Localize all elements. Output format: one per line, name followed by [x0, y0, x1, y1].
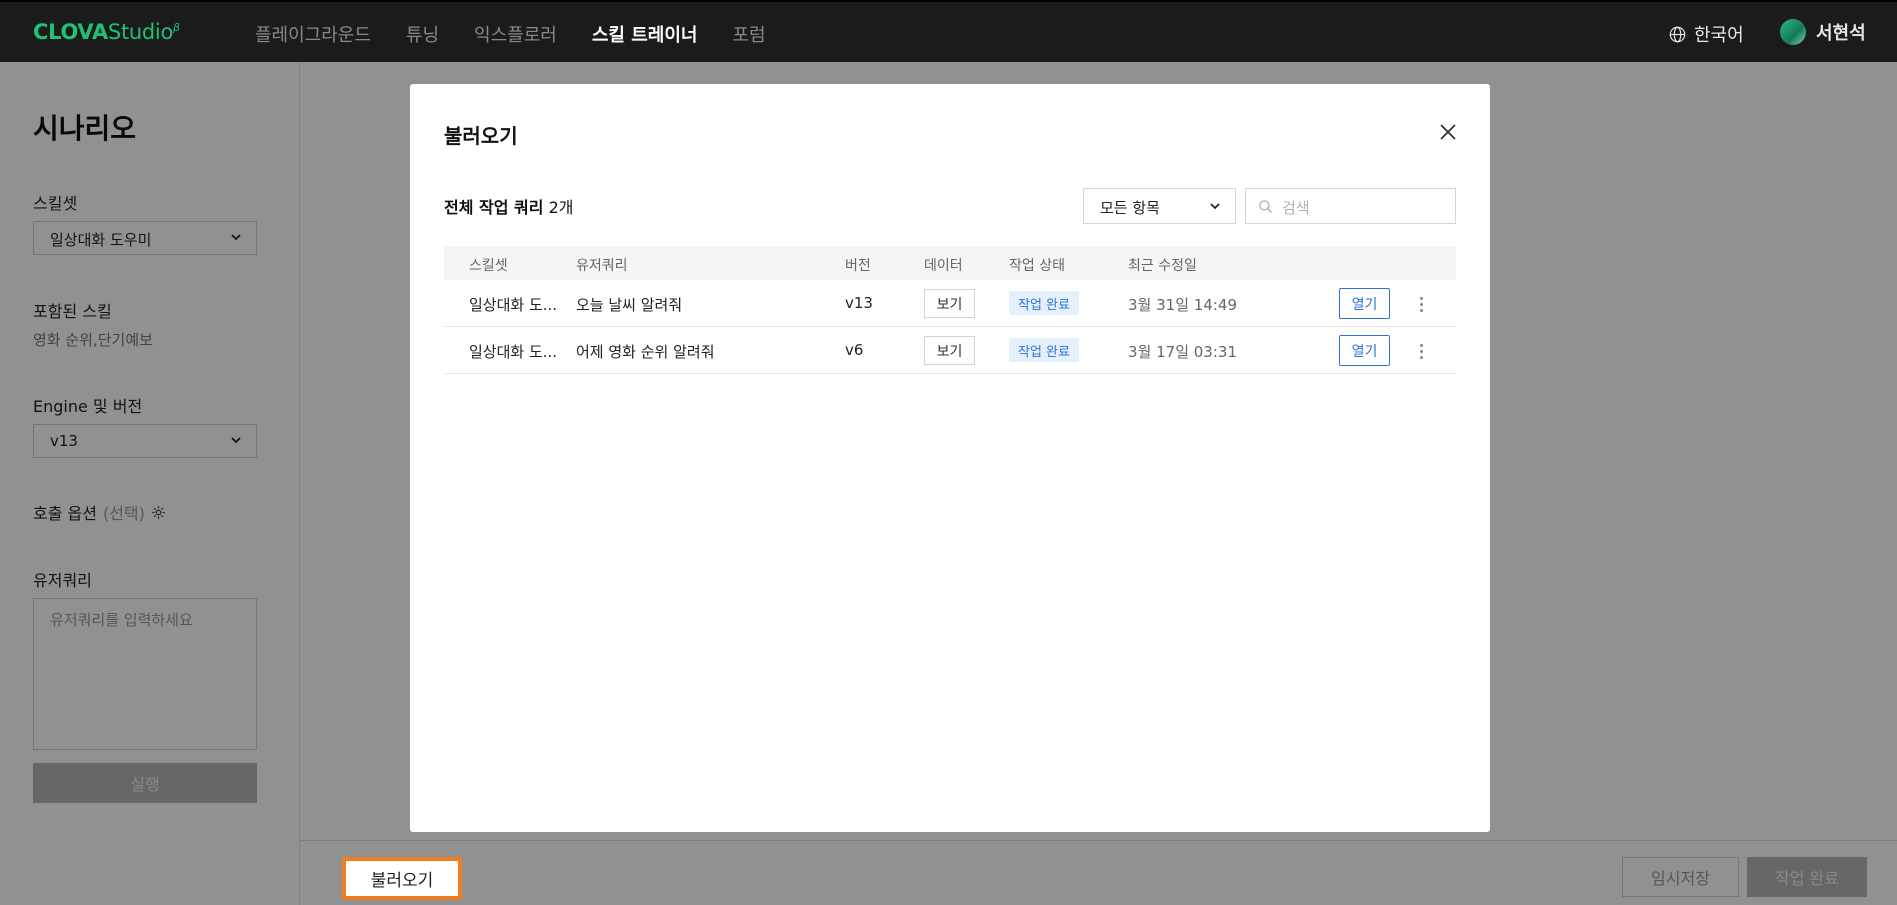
search-icon — [1259, 200, 1272, 213]
user-name: 서현석 — [1816, 23, 1866, 44]
col-status: 작업 상태 — [1009, 258, 1065, 274]
row-query: 오늘 날씨 알려줘 — [576, 296, 683, 314]
load-dialog: 불러오기 전체 작업 쿼리 2개 모든 항목 검색 스킬셋 유저쿼리 버전 데이… — [410, 84, 1490, 832]
search-placeholder: 검색 — [1282, 199, 1310, 217]
nav-forum[interactable]: 포럼 — [733, 21, 766, 47]
nav-skill-trainer[interactable]: 스킬 트레이너 — [592, 21, 698, 47]
language-label: 한국어 — [1694, 25, 1744, 46]
row-modified: 3월 17일 03:31 — [1128, 343, 1237, 361]
row-version: v6 — [845, 341, 864, 359]
close-icon[interactable] — [1437, 121, 1459, 143]
chevron-down-icon — [1210, 203, 1220, 210]
row-modified: 3월 31일 14:49 — [1128, 296, 1237, 314]
row-skillset: 일상대화 도... — [469, 343, 558, 361]
more-options-icon[interactable] — [1411, 294, 1431, 314]
table-row[interactable]: 일상대화 도... 오늘 날씨 알려줘 v13 보기 작업 완료 3월 31일 … — [444, 280, 1456, 327]
user-menu[interactable]: 서현석 — [1780, 19, 1866, 45]
logo-brand: CLOVA — [33, 20, 108, 44]
open-button[interactable]: 열기 — [1339, 335, 1390, 366]
status-badge: 작업 완료 — [1009, 338, 1079, 362]
main-nav: 플레이그라운드 튜닝 익스플로러 스킬 트레이너 포럼 — [255, 21, 801, 47]
query-count-prefix: 전체 작업 쿼리 — [444, 198, 544, 217]
dialog-title: 불러오기 — [444, 124, 518, 148]
nav-playground[interactable]: 플레이그라운드 — [255, 21, 371, 47]
load-button[interactable]: 불러오기 — [342, 857, 462, 900]
table-row[interactable]: 일상대화 도... 어제 영화 순위 알려줘 v6 보기 작업 완료 3월 17… — [444, 327, 1456, 374]
view-data-button[interactable]: 보기 — [924, 336, 975, 365]
col-skillset: 스킬셋 — [469, 258, 508, 274]
query-count: 전체 작업 쿼리 2개 — [444, 194, 573, 218]
open-button[interactable]: 열기 — [1339, 288, 1390, 319]
status-badge: 작업 완료 — [1009, 291, 1079, 315]
language-selector[interactable]: 한국어 — [1669, 21, 1744, 47]
col-modified: 최근 수정일 — [1128, 258, 1197, 274]
nav-explorer[interactable]: 익스플로러 — [474, 21, 557, 47]
row-version: v13 — [845, 294, 873, 312]
nav-tuning[interactable]: 튜닝 — [406, 21, 439, 47]
col-data: 데이터 — [924, 258, 963, 274]
col-user-query: 유저쿼리 — [576, 258, 628, 274]
clova-studio-logo[interactable]: CLOVAStudioβ — [33, 20, 180, 44]
logo-beta-mark: β — [173, 21, 180, 34]
table-header: 스킬셋 유저쿼리 버전 데이터 작업 상태 최근 수정일 — [444, 246, 1456, 280]
more-options-icon[interactable] — [1411, 341, 1431, 361]
col-version: 버전 — [845, 258, 871, 274]
row-query: 어제 영화 순위 알려줘 — [576, 343, 715, 361]
top-navbar: CLOVAStudioβ 플레이그라운드 튜닝 익스플로러 스킬 트레이너 포럼… — [0, 0, 1897, 62]
globe-icon — [1669, 26, 1686, 42]
view-data-button[interactable]: 보기 — [924, 289, 975, 318]
search-input[interactable]: 검색 — [1245, 188, 1456, 224]
query-count-value: 2개 — [548, 198, 574, 217]
row-skillset: 일상대화 도... — [469, 296, 558, 314]
filter-value: 모든 항목 — [1100, 199, 1160, 217]
query-table: 스킬셋 유저쿼리 버전 데이터 작업 상태 최근 수정일 일상대화 도... 오… — [444, 246, 1456, 374]
filter-select[interactable]: 모든 항목 — [1083, 188, 1236, 224]
avatar — [1780, 19, 1806, 45]
logo-product: Studio — [107, 20, 174, 44]
